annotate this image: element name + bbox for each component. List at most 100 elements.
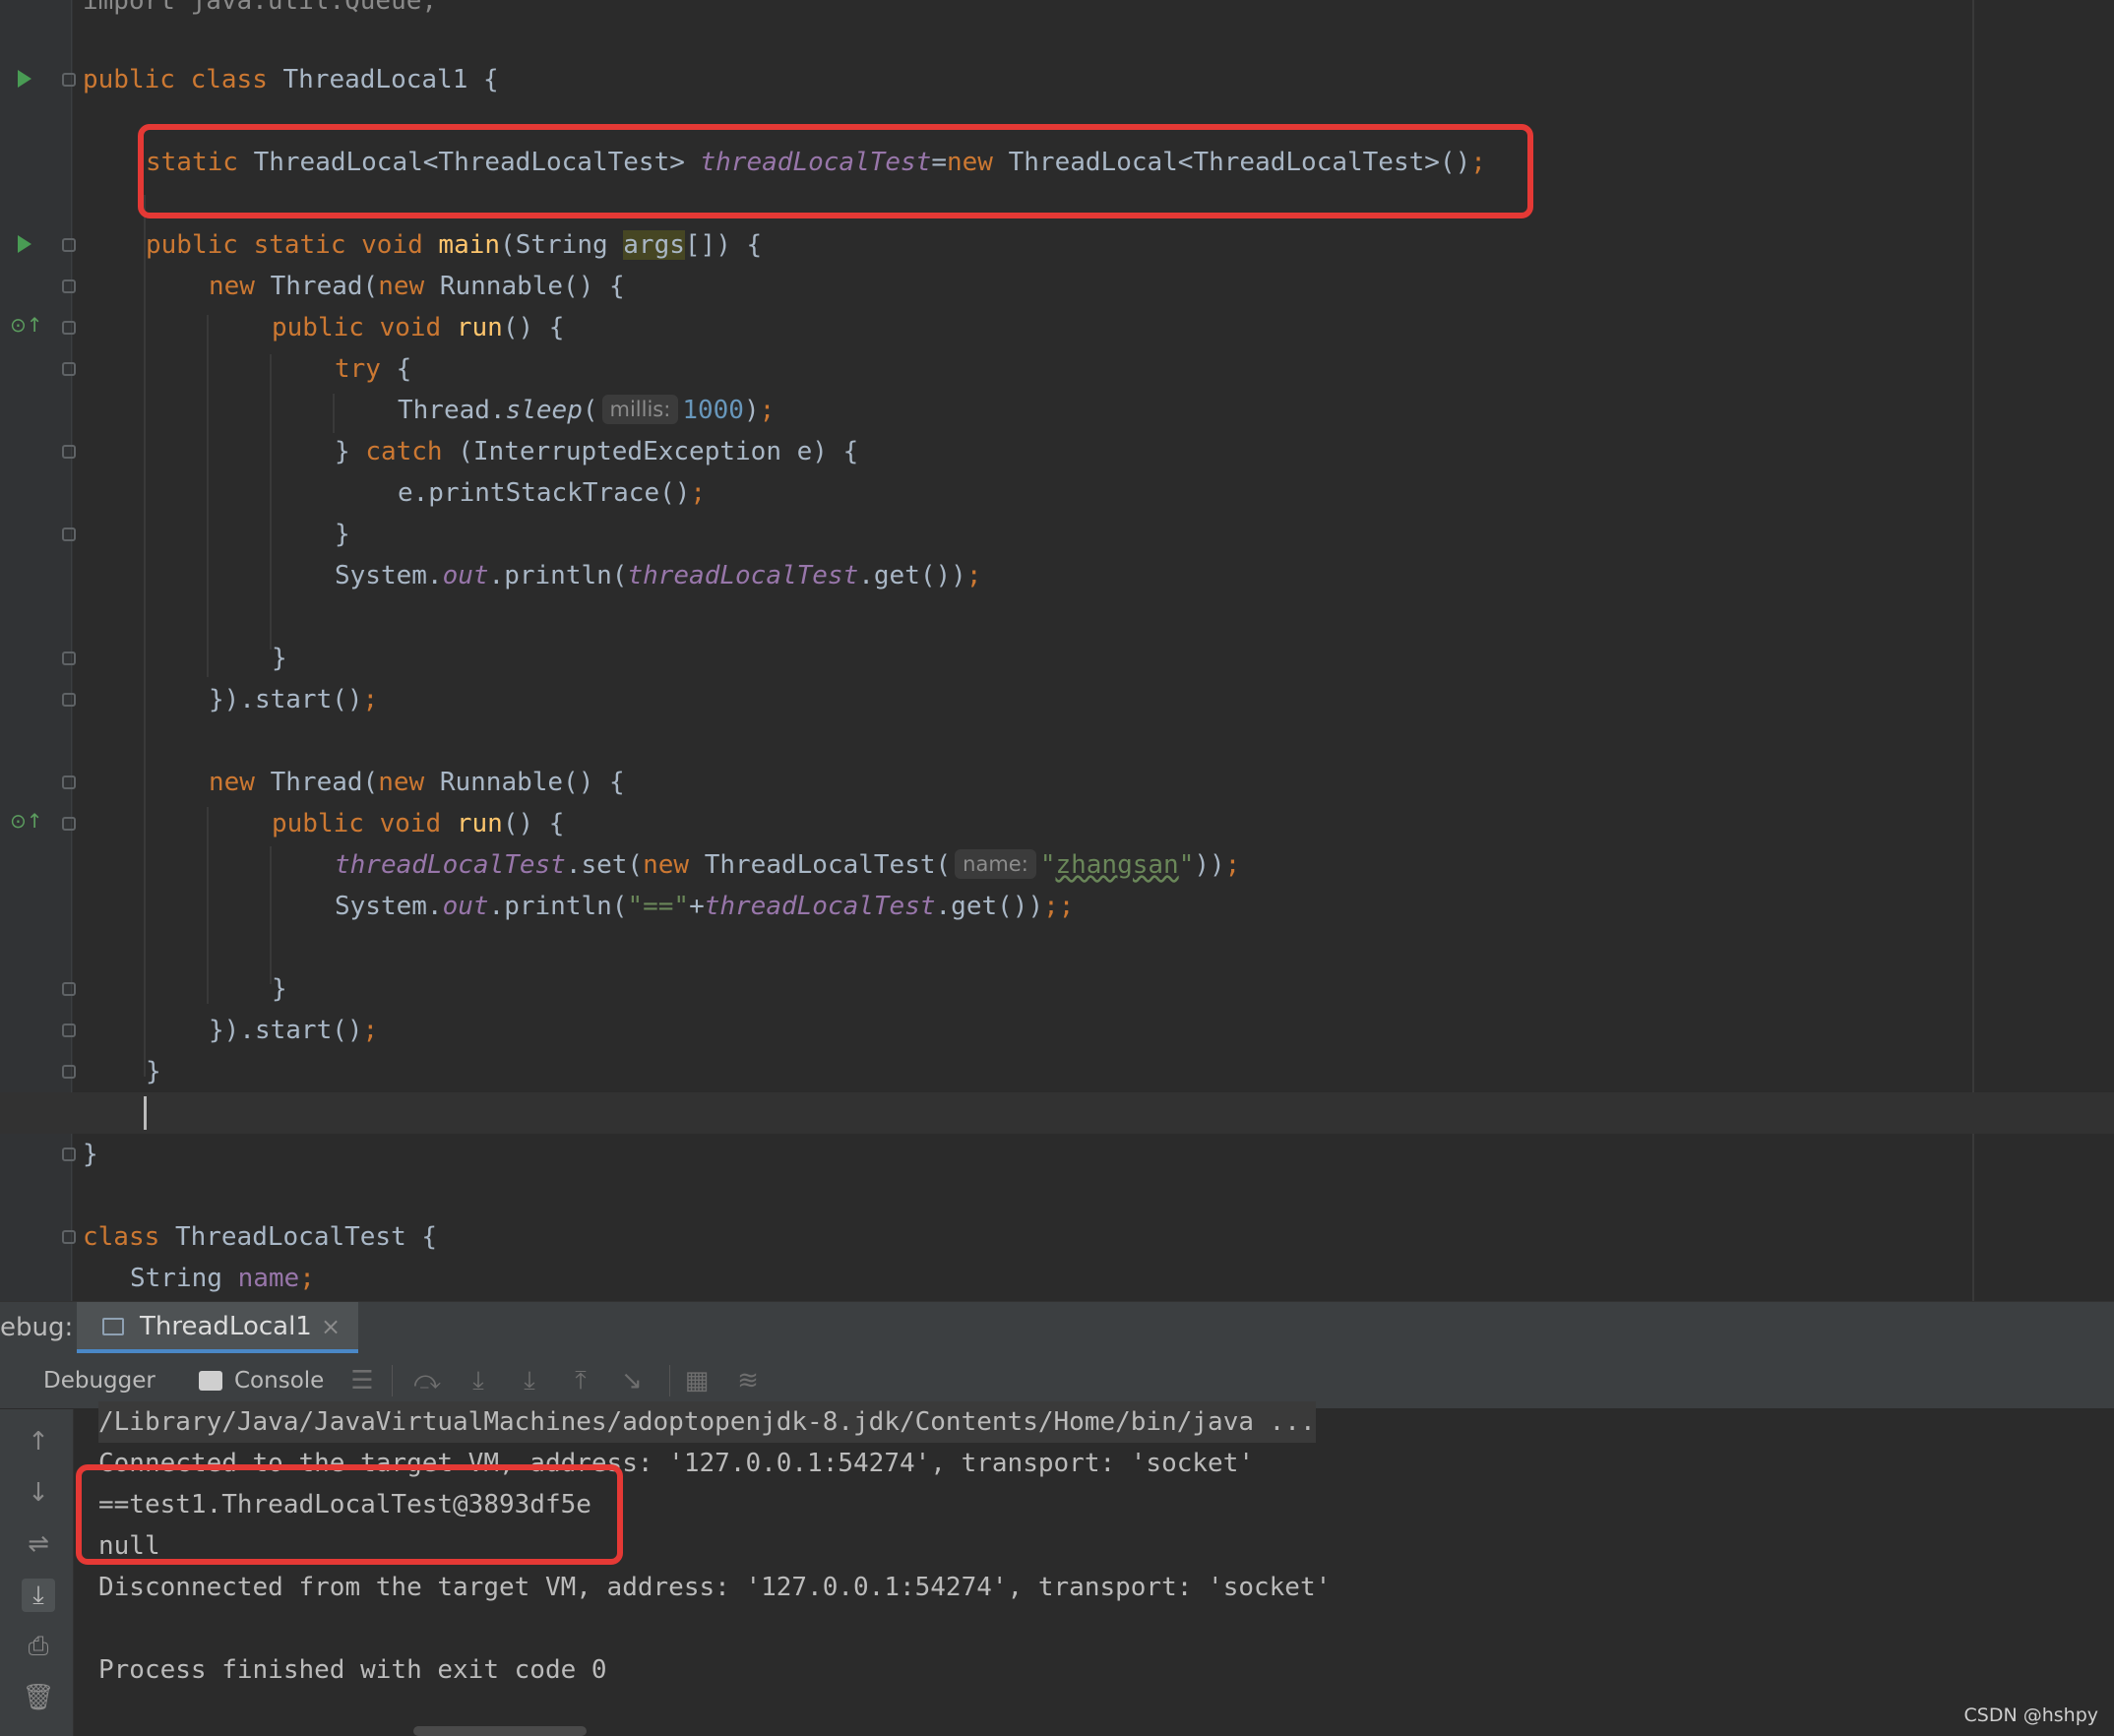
fold-marker[interactable]: [62, 693, 76, 707]
class-name: ThreadLocalTest {: [174, 1222, 438, 1252]
method-name: main: [438, 230, 501, 260]
code-line: new Thread(new Runnable() {: [0, 266, 625, 307]
method-call: .println(: [488, 561, 628, 590]
tab-debugger[interactable]: Debugger: [43, 1353, 155, 1408]
string: "==": [627, 892, 690, 921]
evaluate-expression-icon[interactable]: ▦: [681, 1365, 713, 1396]
indent-guide: [333, 394, 335, 433]
toolbar-separator: [669, 1365, 670, 1396]
number: 1000: [682, 396, 744, 425]
code-line: System.out.println("=="+threadLocalTest.…: [0, 886, 1074, 927]
up-arrow-icon[interactable]: ↑: [22, 1425, 55, 1458]
debug-tool-window-header: ebug: ThreadLocal1 ×: [0, 1301, 2114, 1353]
params: () {: [502, 809, 565, 838]
toolbar-separator: [392, 1365, 393, 1396]
down-arrow-icon[interactable]: ↓: [22, 1476, 55, 1510]
watermark: CSDN @hshpy: [1963, 1705, 2099, 1726]
method-call: .get()): [935, 892, 1044, 921]
force-step-into-icon[interactable]: ⤓: [514, 1365, 545, 1396]
step-out-icon[interactable]: ⤒: [565, 1365, 596, 1396]
keyword: new: [209, 272, 255, 301]
code-text: }: [272, 974, 287, 1004]
parameter-hint: millis:: [601, 395, 679, 424]
code-line: public class ThreadLocal1 {: [0, 59, 499, 100]
run-to-cursor-icon[interactable]: ↘: [616, 1365, 648, 1396]
keyword: new: [643, 850, 690, 880]
close-icon[interactable]: ×: [321, 1302, 341, 1351]
scroll-to-end-icon[interactable]: ⤓: [22, 1579, 55, 1612]
fold-marker[interactable]: [62, 445, 76, 459]
debug-session-tab[interactable]: ThreadLocal1 ×: [77, 1302, 358, 1353]
fold-marker[interactable]: [62, 775, 76, 789]
console-line: Disconnected from the target VM, address…: [98, 1573, 1332, 1602]
keyword: public: [83, 65, 175, 94]
horizontal-scrollbar[interactable]: [413, 1726, 587, 1736]
fold-marker[interactable]: [62, 817, 76, 831]
paren: )): [1194, 850, 1225, 880]
method-call: .println(: [488, 892, 628, 921]
trash-icon[interactable]: 🗑: [22, 1681, 55, 1714]
keyword: new: [378, 272, 425, 301]
fold-marker[interactable]: [62, 982, 76, 996]
code-line: public static void main(String args[]) {: [0, 224, 762, 266]
semicolon: ;;: [1043, 892, 1075, 921]
code-text: }: [335, 520, 350, 549]
code-text: new Thread(new Runnable() {: [209, 266, 625, 307]
fold-marker[interactable]: [62, 279, 76, 293]
code-line: }).start();: [0, 679, 378, 720]
code-line: public void run() {: [0, 307, 564, 348]
params: []) {: [684, 230, 763, 260]
code-line: String name;: [0, 1258, 315, 1299]
trace-stream-icon[interactable]: ≋: [732, 1365, 764, 1396]
layout-menu-icon[interactable]: ☰: [346, 1365, 378, 1396]
indent-guide: [270, 846, 272, 984]
type: Runnable() {: [439, 768, 625, 797]
code-line: }: [0, 968, 287, 1010]
code-editor[interactable]: ⊙↑ ⊙↑ import java.util.Queue; public cla…: [0, 0, 2114, 1301]
fold-marker[interactable]: [62, 651, 76, 665]
print-icon[interactable]: ⎙: [22, 1630, 55, 1663]
text-caret: [144, 1096, 147, 1130]
keyword: catch: [365, 437, 443, 466]
fold-marker[interactable]: [62, 362, 76, 376]
fold-marker[interactable]: [62, 1230, 76, 1244]
code-line: class ThreadLocalTest {: [0, 1216, 437, 1258]
debug-label: ebug:: [0, 1313, 74, 1342]
fold-marker[interactable]: [62, 1147, 76, 1161]
method-call: }).start(): [209, 685, 363, 714]
class-name: ThreadLocal1: [282, 65, 468, 94]
console-icon: [199, 1368, 222, 1423]
fold-marker[interactable]: [62, 238, 76, 252]
method-call: }).start(): [209, 1016, 363, 1045]
fold-marker[interactable]: [62, 321, 76, 335]
type: Thread(: [270, 768, 379, 797]
code-text: public static void main(String args[]) {: [146, 224, 762, 266]
keyword: new: [378, 768, 425, 797]
semicolon: ;: [759, 396, 776, 425]
fold-marker[interactable]: [62, 73, 76, 87]
fold-marker[interactable]: [62, 1065, 76, 1079]
string: ": [1039, 850, 1056, 880]
console-output[interactable]: /Library/Java/JavaVirtualMachines/adopto…: [74, 1401, 2114, 1736]
param-highlight: args: [623, 230, 685, 260]
code-text: public class ThreadLocal1 {: [83, 59, 499, 100]
tab-console[interactable]: Console: [199, 1353, 325, 1423]
semicolon: ;: [965, 561, 982, 590]
step-over-icon[interactable]: ⤼: [411, 1365, 443, 1396]
console-sidebar: ↑ ↓ ⇌ ⤓ ⎙ 🗑: [0, 1409, 74, 1736]
method-call: .set(: [565, 850, 644, 880]
brace: }: [335, 437, 350, 466]
code-line: threadLocalTest.set(new ThreadLocalTest(…: [0, 844, 1240, 886]
type: String: [130, 1264, 222, 1293]
params: (String: [500, 230, 624, 260]
soft-wrap-icon[interactable]: ⇌: [22, 1527, 55, 1561]
method-call: e.printStackTrace(): [398, 478, 691, 508]
code-line: }: [0, 514, 350, 555]
brace: {: [483, 65, 499, 94]
fold-marker[interactable]: [62, 1023, 76, 1037]
type: Runnable() {: [439, 272, 625, 301]
semicolon: ;: [362, 1016, 379, 1045]
fold-marker[interactable]: [62, 527, 76, 541]
code-text: }).start();: [209, 679, 378, 720]
step-into-icon[interactable]: ⤓: [463, 1365, 494, 1396]
